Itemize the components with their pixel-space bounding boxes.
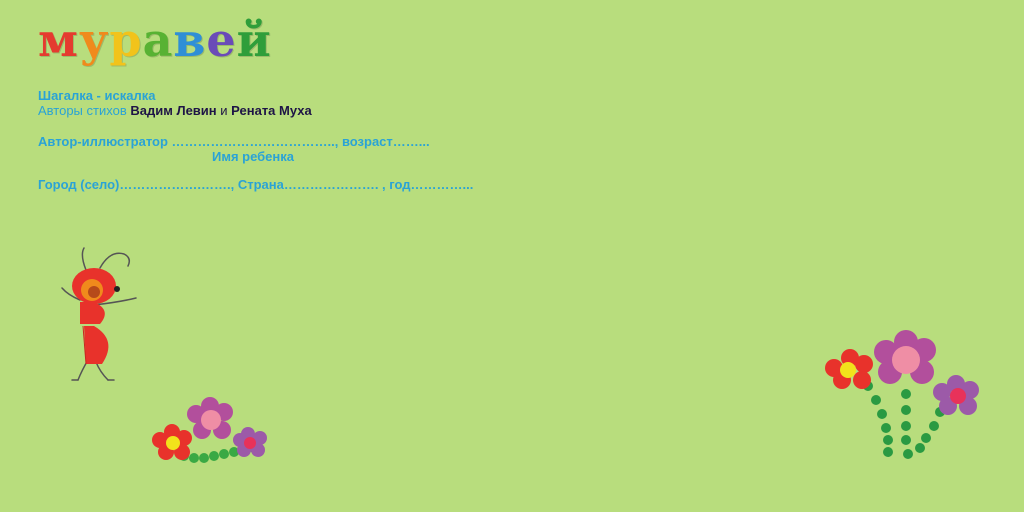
title-letter: р — [109, 13, 143, 67]
author-name-2: Рената Муха — [231, 103, 312, 118]
authors-label: Авторы стихов — [38, 103, 127, 118]
title-letter: а — [142, 13, 174, 67]
title-letter: в — [173, 13, 207, 67]
illustrator-field: Автор-иллюстратор ……………………………….., возрас… — [38, 134, 430, 149]
flower-group-left — [152, 397, 267, 463]
ant-abdomen — [84, 326, 109, 364]
title-letter: е — [206, 13, 237, 67]
title-letter: у — [78, 13, 110, 67]
authors-conjunction: и — [220, 103, 228, 118]
flower-group-right — [825, 330, 979, 459]
poem-title: Шагалка - искалка — [38, 88, 156, 103]
cover-page: муравей Шагалка - искалка Авторы стихов … — [0, 0, 1024, 512]
book-title: муравей — [38, 12, 272, 68]
child-name-caption: Имя ребенка — [212, 149, 295, 164]
ant-illustration — [61, 247, 137, 381]
title-letter: м — [38, 13, 79, 67]
location-field: Город (село)……………….……., Страна…………………. ,… — [38, 177, 474, 192]
title-letter: й — [236, 13, 272, 67]
authors-line: Авторы стихов Вадим Левин и Рената Муха — [38, 103, 312, 118]
author-name-1: Вадим Левин — [130, 103, 217, 118]
ant-thorax — [80, 302, 105, 324]
